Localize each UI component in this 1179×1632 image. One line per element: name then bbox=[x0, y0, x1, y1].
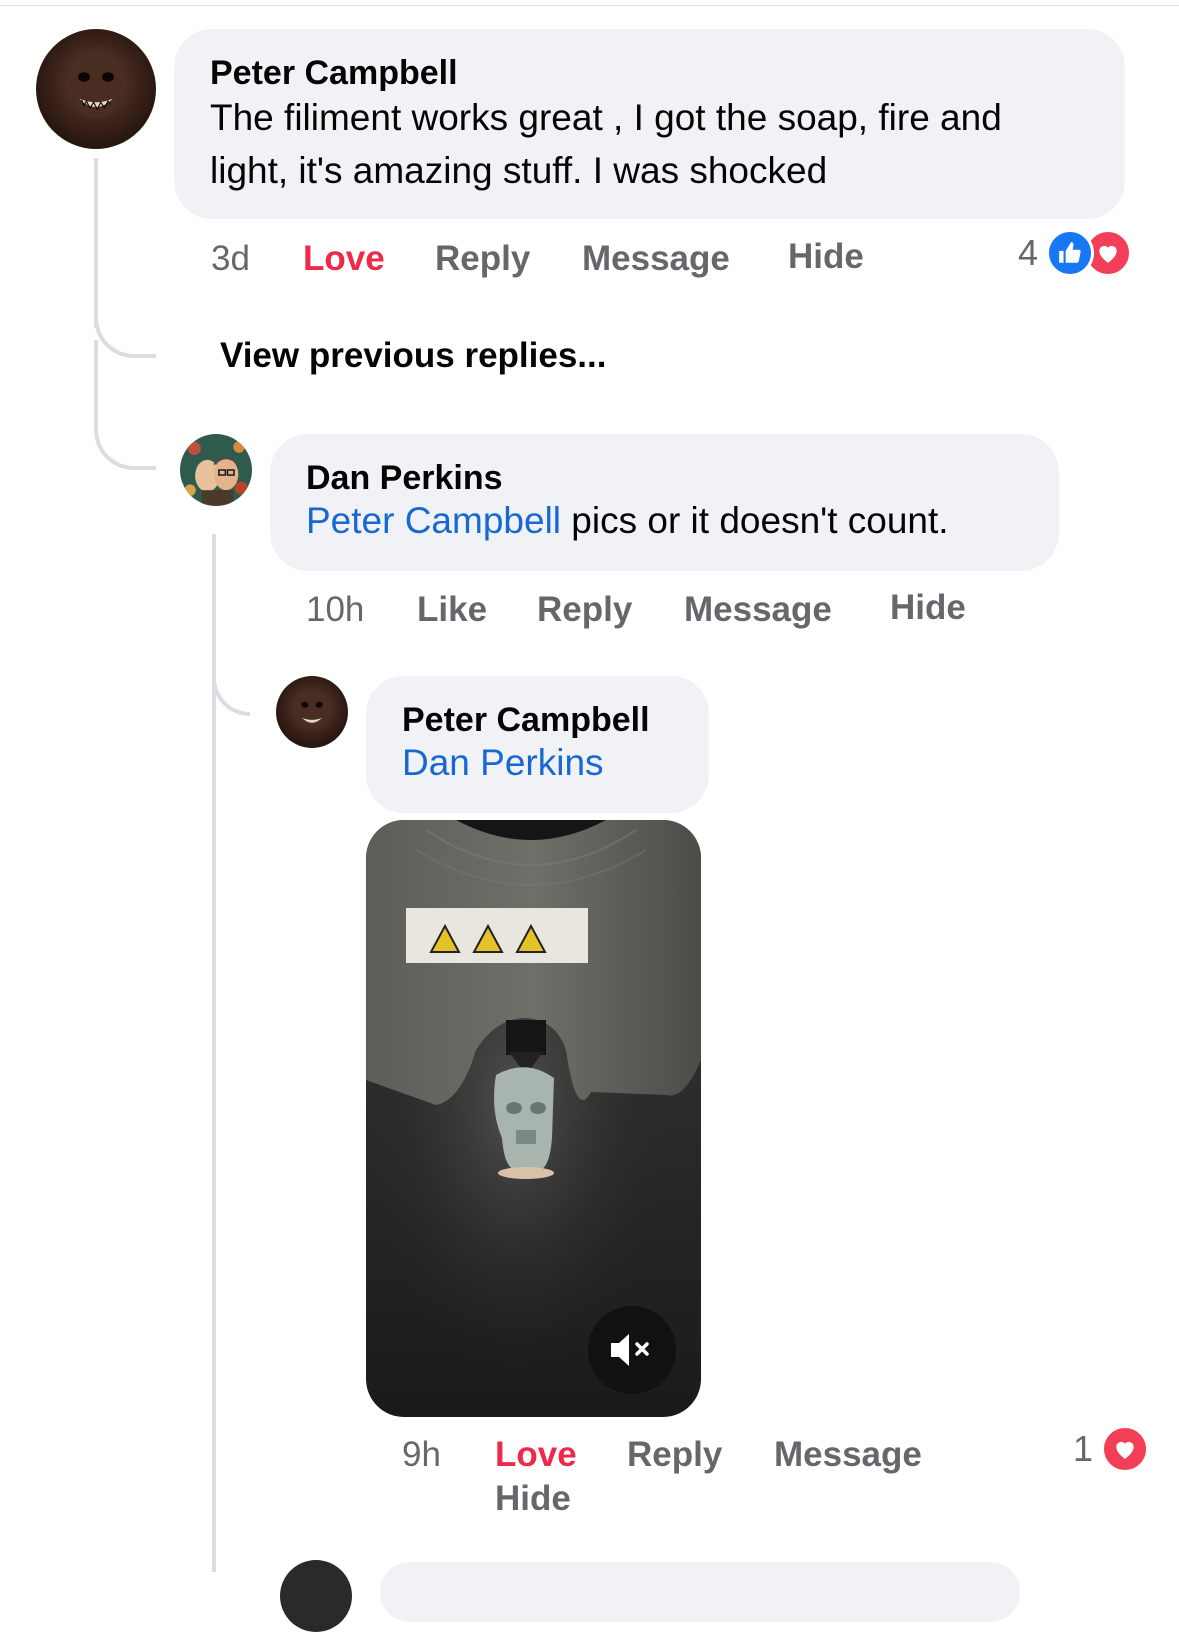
message-button[interactable]: Message bbox=[582, 238, 730, 280]
love-button[interactable]: Love bbox=[303, 238, 385, 280]
avatar-cartoon-couple-image bbox=[180, 434, 252, 506]
hide-button[interactable]: Hide bbox=[788, 236, 864, 278]
mute-button[interactable] bbox=[588, 1306, 676, 1394]
message-button[interactable]: Message bbox=[774, 1434, 922, 1476]
top-divider bbox=[0, 5, 1179, 6]
reply-timestamp[interactable]: 10h bbox=[306, 589, 364, 631]
reply-text-body: pics or it doesn't count. bbox=[561, 500, 949, 541]
avatar-dan-perkins[interactable] bbox=[180, 434, 252, 506]
comment-author[interactable]: Peter Campbell bbox=[210, 53, 1089, 93]
like-button[interactable]: Like bbox=[417, 589, 487, 631]
reaction-summary[interactable]: 4 bbox=[1018, 229, 1133, 277]
reply-author[interactable]: Peter Campbell bbox=[402, 700, 673, 740]
avatar-peter-campbell[interactable] bbox=[276, 676, 348, 748]
reply-text: Dan Perkins bbox=[402, 736, 673, 789]
reply-button[interactable]: Reply bbox=[627, 1434, 722, 1476]
reply-button[interactable]: Reply bbox=[435, 238, 530, 280]
reaction-summary[interactable]: 1 bbox=[1073, 1425, 1150, 1473]
avatar-peter-campbell[interactable] bbox=[36, 29, 156, 149]
comment-actions: 3d Love Reply Message Hide bbox=[0, 236, 1179, 282]
next-comment-bubble bbox=[380, 1562, 1020, 1622]
reply-button[interactable]: Reply bbox=[537, 589, 632, 631]
hide-button[interactable]: Hide bbox=[495, 1478, 571, 1520]
reply-bubble: Dan Perkins Peter Campbell pics or it do… bbox=[270, 434, 1059, 571]
like-reaction-icon bbox=[1046, 229, 1095, 277]
reply-timestamp[interactable]: 9h bbox=[402, 1434, 441, 1476]
mention-link[interactable]: Peter Campbell bbox=[306, 500, 561, 541]
comment-text: The filiment works great , I got the soa… bbox=[210, 97, 1002, 191]
reaction-count: 4 bbox=[1018, 232, 1039, 273]
avatar-creature-image bbox=[276, 676, 348, 748]
view-previous-replies-link[interactable]: View previous replies... bbox=[220, 336, 606, 376]
comment-timestamp[interactable]: 3d bbox=[211, 238, 250, 280]
reply-text: Peter Campbell pics or it doesn't count. bbox=[306, 494, 1023, 547]
reaction-count: 1 bbox=[1073, 1428, 1094, 1469]
love-button[interactable]: Love bbox=[495, 1434, 577, 1476]
reply-bubble: Peter Campbell Dan Perkins bbox=[366, 676, 709, 813]
avatar-next-comment[interactable] bbox=[280, 1560, 352, 1632]
avatar-creature-image bbox=[36, 29, 156, 149]
reply-actions: 9h Love Reply Message Hide bbox=[0, 1434, 1179, 1524]
love-reaction-icon bbox=[1101, 1425, 1150, 1473]
muted-speaker-icon bbox=[611, 1334, 649, 1366]
reply-actions: 10h Like Reply Message Hide bbox=[0, 587, 1179, 633]
message-button[interactable]: Message bbox=[684, 589, 832, 631]
hide-button[interactable]: Hide bbox=[890, 587, 966, 629]
reply-video[interactable] bbox=[366, 820, 701, 1417]
comment-bubble: Peter Campbell The filiment works great … bbox=[174, 29, 1125, 219]
reply-author[interactable]: Dan Perkins bbox=[306, 458, 1023, 498]
thread-branch-reply-2 bbox=[212, 650, 250, 716]
mention-link[interactable]: Dan Perkins bbox=[402, 742, 604, 783]
thread-branch-reply-1 bbox=[94, 340, 156, 470]
